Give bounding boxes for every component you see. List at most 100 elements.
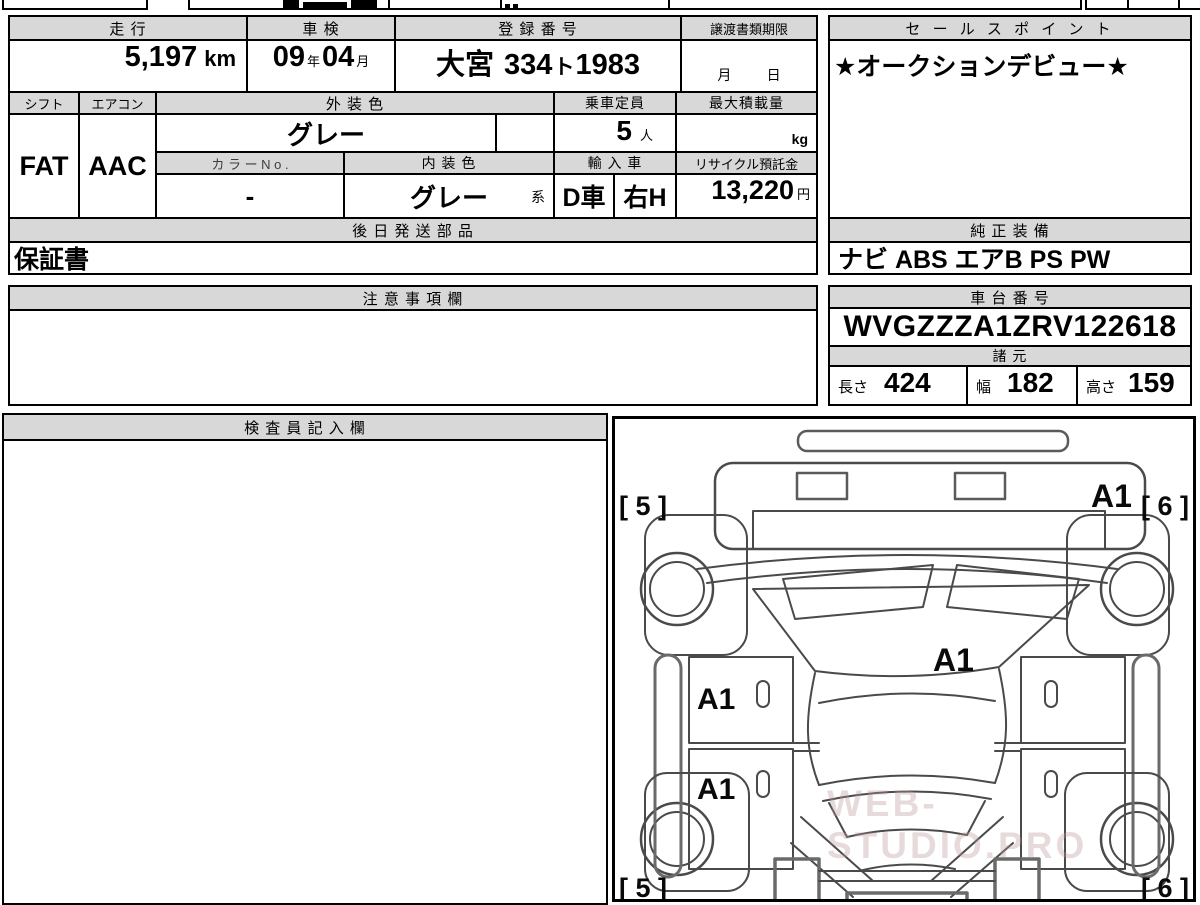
transfer-month-unit: 月 [717,67,732,83]
mileage-value: 5,197 km [10,41,246,91]
inspection-header: 車 検 [248,17,394,39]
transfer-deadline-value: 月 日 [682,41,816,91]
recycle-deposit-value: 13,220 円 [677,175,816,217]
front-grade-label: A1 [1091,478,1132,514]
import-dealer-value: D車 [555,175,613,217]
notes-header: 注 意 事 項 欄 [10,287,816,309]
spec-width-cell: 幅 182 [968,367,1076,404]
notes-body [10,311,816,404]
registration-header: 登 録 番 号 [396,17,680,39]
capacity-number: 5 [616,115,632,146]
spec-height-value: 159 [1128,367,1175,398]
door-handle [1044,680,1058,708]
recycle-unit: 円 [796,187,810,202]
inspection-month-unit: 月 [356,54,370,69]
vehicle-info-table: 走 行 車 検 登 録 番 号 譲渡書類期限 5,197 km 09 年 04 … [8,15,818,275]
max-load-unit: kg [791,131,808,147]
cut-text-fragment [303,2,347,8]
equipment-header: 純 正 装 備 [830,219,1190,241]
chassis-no-value: WVGZZZA1ZRV122618 [830,309,1190,345]
front-door-grade-label: A1 [697,683,735,716]
import-car-header: 輸 入 車 [555,153,675,173]
cut-text-fragment [283,0,299,8]
top-remnant-cell [388,0,504,10]
transfer-day-unit: 日 [766,67,781,83]
interior-color-suffix: 系 [531,189,545,205]
inspection-month: 04 [322,41,355,73]
sales-point-header: セ ー ル ス ポ イ ン ト [830,17,1190,39]
inspection-year: 09 [272,41,305,73]
recycle-deposit-header: リサイクル預託金 [677,153,816,173]
interior-color-value: グレー 系 [345,175,553,217]
inspection-year-unit: 年 [306,54,320,69]
top-remnant-cell [1085,0,1129,10]
registration-office: 大宮 [436,49,495,81]
mileage-number: 5,197 [124,41,198,73]
spec-length-value: 424 [884,367,931,398]
specs-header: 諸 元 [830,347,1190,365]
rear-left-door [688,748,794,870]
import-handle-value: 右H [615,175,675,217]
door-handle [756,770,770,798]
top-remnant-cell [2,0,148,10]
watermark: WEB-STUDIO.PRO [827,783,1088,866]
cut-text-fragment [505,4,510,8]
rear-left-wheel [639,801,715,877]
interior-color-name: グレー [409,182,488,213]
equipment-value: ナビ ABS エアB PS PW [830,243,1190,273]
spec-length-cell: 長さ 424 [830,367,966,404]
max-load-header: 最大積載量 [677,93,816,113]
top-remnant-cell [1178,0,1200,10]
exterior-color-value: グレー [157,115,495,151]
cut-text-fragment [513,4,518,8]
top-remnant-cell [500,0,672,10]
windshield [752,584,1090,678]
chassis-panel: 車 台 番 号 WVGZZZA1ZRV122618 諸 元 長さ 424 幅 1… [828,285,1192,406]
inspector-panel: 検 査 員 記 入 欄 [2,413,608,905]
top-remnant-cell [668,0,1082,10]
front-right-wheel [1099,551,1175,627]
front-right-door [1020,656,1126,744]
interior-color-header: 内 装 色 [345,153,553,173]
later-parts-header: 後 日 発 送 部 品 [10,219,816,241]
spec-length-label: 長さ [838,379,869,396]
registration-number: 334 [504,49,553,81]
tailgate-left [773,857,821,899]
recycle-number: 13,220 [711,175,794,205]
aircon-value: AAC [80,115,155,217]
front-bumper [713,461,1147,551]
exterior-color-subcell [497,115,553,151]
inspection-value: 09 年 04 月 [248,41,394,91]
mileage-unit: km [204,46,236,71]
color-no-header: カ ラ ー N o . [157,153,343,173]
color-no-value: - [157,175,343,217]
front-left-fender [644,514,748,656]
shift-header: シフト [10,93,78,113]
spec-height-cell: 高さ 159 [1078,367,1190,404]
sales-point-value: ★オークションデビュー★ [830,41,1190,217]
corner-label-bottom-right: [ 6 ] [1141,873,1189,902]
spec-width-label: 幅 [976,379,992,396]
capacity-unit: 人 [639,128,653,143]
spec-height-label: 高さ [1086,379,1117,396]
mileage-header: 走 行 [10,17,246,39]
front-left-wheel [639,551,715,627]
aircon-header: エアコン [80,93,155,113]
door-handle [756,680,770,708]
cut-text-fragment [351,0,377,8]
car-diagram-panel: A1 A1 A1 A1 [ 5 ] [ 6 ] [ 5 ] [ 6 ] WEB-… [612,416,1196,902]
windshield-grade-label: A1 [933,642,974,678]
corner-label-top-left: [ 5 ] [619,491,667,521]
corner-label-bottom-left: [ 5 ] [619,873,667,902]
chassis-no-header: 車 台 番 号 [830,287,1190,307]
later-parts-value: 保証書 [10,243,816,273]
registration-serial: 1983 [575,49,640,81]
left-sill [653,653,683,879]
max-load-value: kg [677,115,816,151]
spec-width-value: 182 [1007,367,1054,398]
corner-label-top-right: [ 6 ] [1141,491,1189,521]
capacity-header: 乗車定員 [555,93,675,113]
top-remnant-cell [1127,0,1180,10]
registration-kana: ト [553,56,575,79]
inspector-header: 検 査 員 記 入 欄 [4,415,606,439]
